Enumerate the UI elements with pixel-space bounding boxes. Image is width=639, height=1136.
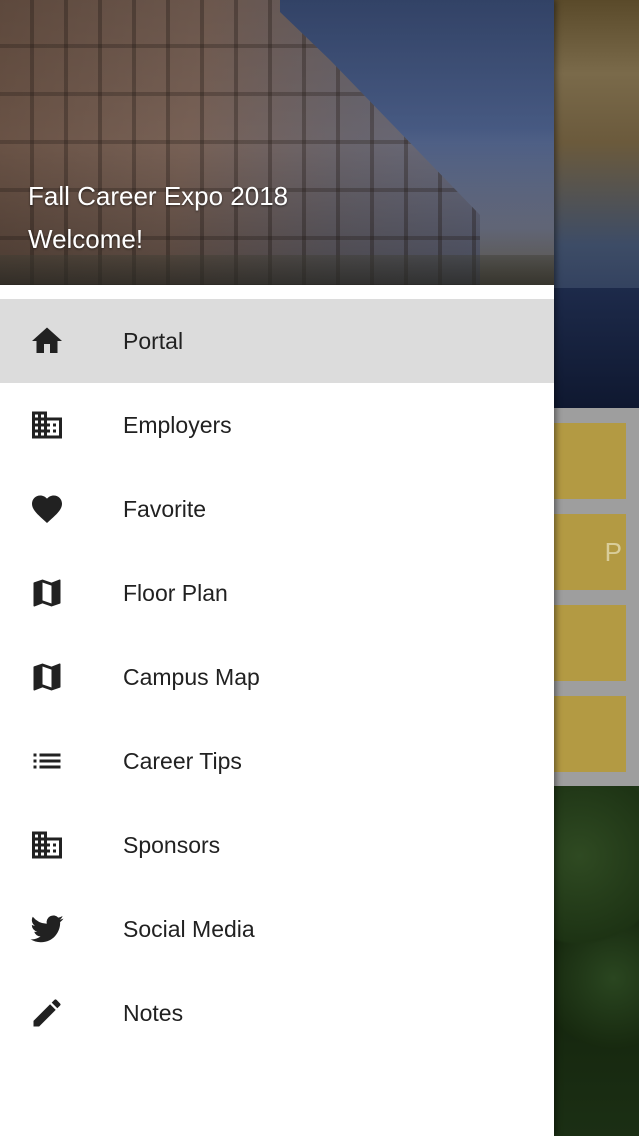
- background-tile-2-label: P: [604, 536, 622, 567]
- nav-item-label: Sponsors: [123, 832, 221, 858]
- background-trees-image: [554, 786, 639, 1136]
- drawer-header: Fall Career Expo 2018 Welcome!: [0, 0, 554, 285]
- nav-item-favorite[interactable]: Favorite: [0, 467, 554, 551]
- nav-item-label: Favorite: [123, 496, 207, 522]
- navigation-drawer: Fall Career Expo 2018 Welcome! Portal Em…: [0, 0, 554, 1136]
- twitter-icon: [28, 911, 66, 947]
- nav-item-label: Social Media: [123, 916, 255, 942]
- list-icon: [28, 743, 66, 779]
- background-crowd-image: [554, 288, 639, 408]
- nav-menu: Portal Employers Favorite Floor Plan Cam…: [0, 299, 554, 1055]
- nav-item-label: Employers: [123, 412, 232, 438]
- nav-item-social-media[interactable]: Social Media: [0, 887, 554, 971]
- background-tile-1: [554, 423, 626, 499]
- nav-item-label: Career Tips: [123, 748, 242, 774]
- event-title: Fall Career Expo 2018: [28, 181, 289, 211]
- map-icon: [28, 575, 66, 611]
- nav-item-sponsors[interactable]: Sponsors: [0, 803, 554, 887]
- nav-item-employers[interactable]: Employers: [0, 383, 554, 467]
- background-tile-2: P: [554, 514, 626, 590]
- building-icon: [28, 827, 66, 863]
- nav-item-label: Portal: [123, 328, 184, 354]
- nav-item-label: Floor Plan: [123, 580, 228, 606]
- nav-item-floor-plan[interactable]: Floor Plan: [0, 551, 554, 635]
- header-image-ground: [0, 255, 554, 285]
- nav-item-portal[interactable]: Portal: [0, 299, 554, 383]
- nav-item-notes[interactable]: Notes: [0, 971, 554, 1055]
- background-banner-image: [554, 0, 639, 408]
- building-icon: [28, 407, 66, 443]
- nav-item-career-tips[interactable]: Career Tips: [0, 719, 554, 803]
- nav-item-label: Campus Map: [123, 664, 260, 690]
- pencil-icon: [28, 995, 66, 1031]
- nav-item-campus-map[interactable]: Campus Map: [0, 635, 554, 719]
- heart-icon: [28, 491, 66, 527]
- home-icon: [28, 323, 66, 359]
- welcome-text: Welcome!: [28, 224, 144, 254]
- background-tile-3: [554, 605, 626, 681]
- map-icon: [28, 659, 66, 695]
- nav-item-label: Notes: [123, 1000, 184, 1026]
- background-tile-4: [554, 696, 626, 772]
